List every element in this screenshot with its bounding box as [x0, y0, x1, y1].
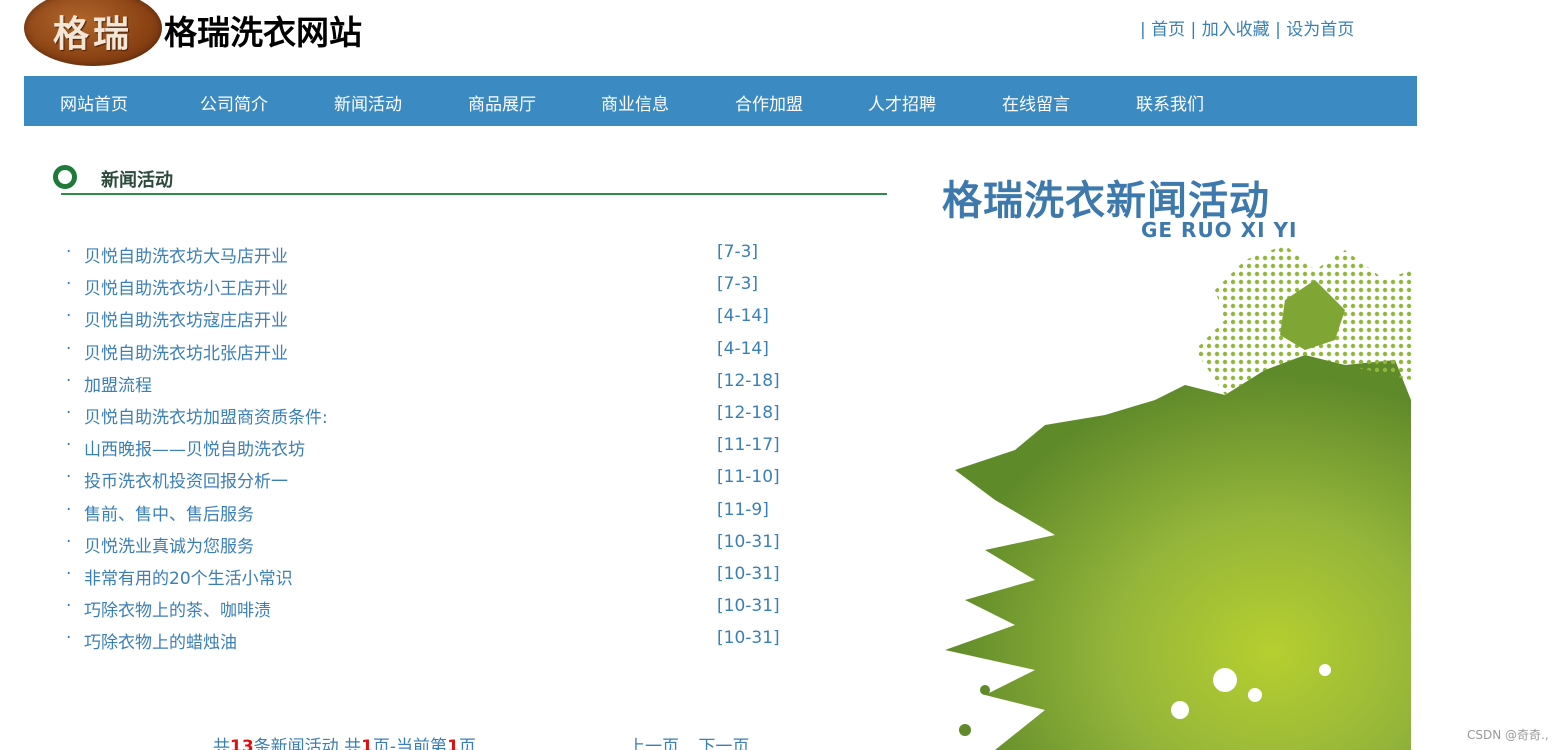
section-circle-icon	[53, 165, 77, 189]
nav-item-home[interactable]: 网站首页	[60, 90, 128, 115]
list-item: · 山西晚报——贝悦自助洗衣坊 [11-17]	[66, 433, 826, 465]
news-date: [10-31]	[717, 563, 780, 584]
section-title: 新闻活动	[101, 170, 173, 191]
news-link[interactable]: 巧除衣物上的茶、咖啡渍	[84, 596, 271, 621]
news-link[interactable]: 加盟流程	[84, 371, 152, 396]
pager-prefix: 共	[213, 737, 230, 750]
news-date: [7-3]	[717, 242, 759, 262]
news-list: · 贝悦自助洗衣坊大马店开业 [7-3] · 贝悦自助洗衣坊小王店开业 [7-3…	[66, 240, 826, 658]
nav-item-franchise[interactable]: 合作加盟	[735, 90, 803, 115]
news-link[interactable]: 山西晚报——贝悦自助洗衣坊	[84, 435, 305, 460]
list-item: · 投币洗衣机投资回报分析一 [11-10]	[66, 465, 826, 497]
bullet: ·	[66, 628, 72, 649]
separator: |	[1140, 20, 1146, 40]
page: 格瑞 格瑞洗衣网站 | 首页 | 加入收藏 | 设为首页 网站首页 公司简介 新…	[0, 0, 1568, 750]
pager-mid2: 页-当前第	[372, 737, 448, 750]
list-item: · 贝悦洗业真诚为您服务 [10-31]	[66, 530, 826, 562]
news-link[interactable]: 非常有用的20个生活小常识	[84, 564, 293, 589]
logo-text: 格瑞	[52, 13, 133, 55]
nav-item-business[interactable]: 商业信息	[601, 90, 669, 115]
bullet: ·	[66, 531, 72, 552]
news-date: [12-18]	[717, 370, 780, 391]
list-item: · 贝悦自助洗衣坊北张店开业 [4-14]	[66, 337, 826, 369]
top-links: | 首页 | 加入收藏 | 设为首页	[1140, 15, 1354, 40]
nav-item-contact[interactable]: 联系我们	[1136, 90, 1204, 115]
next-page-button[interactable]: 下一页	[698, 737, 749, 750]
bullet: ·	[66, 274, 72, 295]
pager-total: 13	[230, 737, 254, 750]
link-home[interactable]: 首页	[1151, 20, 1185, 40]
list-item: · 贝悦自助洗衣坊寇庄店开业 [4-14]	[66, 304, 826, 336]
list-item: · 贝悦自助洗衣坊大马店开业 [7-3]	[66, 240, 826, 272]
news-date: [7-3]	[717, 274, 759, 295]
separator: |	[1190, 20, 1197, 40]
news-link[interactable]: 巧除衣物上的蜡烛油	[84, 628, 237, 653]
link-add-favorite[interactable]: 加入收藏	[1202, 20, 1270, 40]
news-date: [11-17]	[717, 435, 780, 456]
pager-current: 1	[447, 737, 459, 750]
news-link[interactable]: 售前、售中、售后服务	[84, 500, 254, 525]
site-title: 格瑞洗衣网站	[164, 13, 362, 52]
bullet: ·	[66, 499, 72, 520]
news-link[interactable]: 贝悦洗业真诚为您服务	[84, 532, 254, 557]
news-date: [10-31]	[717, 531, 780, 552]
bullet: ·	[66, 467, 72, 488]
news-link[interactable]: 贝悦自助洗衣坊北张店开业	[84, 339, 288, 364]
news-link[interactable]: 贝悦自助洗衣坊加盟商资质条件:	[84, 403, 328, 428]
nav-item-message[interactable]: 在线留言	[1002, 90, 1070, 115]
list-item: · 巧除衣物上的蜡烛油 [10-31]	[66, 626, 826, 658]
news-link[interactable]: 贝悦自助洗衣坊小王店开业	[84, 274, 288, 299]
main-nav: 网站首页 公司简介 新闻活动 商品展厅 商业信息 合作加盟 人才招聘 在线留言 …	[24, 76, 1417, 126]
news-date: [4-14]	[717, 306, 769, 327]
list-item: · 非常有用的20个生活小常识 [10-31]	[66, 562, 826, 594]
list-item: · 贝悦自助洗衣坊加盟商资质条件: [12-18]	[66, 401, 826, 433]
news-link[interactable]: 投币洗衣机投资回报分析一	[84, 467, 288, 492]
pager-links: 上一页 下一页	[628, 732, 763, 750]
news-date: [12-18]	[717, 402, 780, 423]
bullet: ·	[66, 242, 72, 262]
news-date: [11-10]	[717, 467, 780, 488]
list-item: · 贝悦自助洗衣坊小王店开业 [7-3]	[66, 272, 826, 304]
nav-item-about[interactable]: 公司简介	[200, 90, 268, 115]
link-set-homepage[interactable]: 设为首页	[1286, 20, 1354, 40]
watermark: CSDN @奇奇.,	[1467, 728, 1549, 742]
separator: |	[1275, 20, 1281, 40]
news-link[interactable]: 贝悦自助洗衣坊大马店开业	[84, 242, 288, 267]
news-link[interactable]: 贝悦自助洗衣坊寇庄店开业	[84, 306, 288, 331]
news-date: [4-14]	[717, 338, 769, 359]
section-divider	[61, 193, 887, 195]
news-date: [11-9]	[717, 499, 769, 520]
bullet: ·	[66, 306, 72, 327]
list-item: · 售前、售中、售后服务 [11-9]	[66, 498, 826, 530]
nav-item-news[interactable]: 新闻活动	[334, 90, 402, 115]
news-date: [10-31]	[717, 596, 780, 617]
bullet: ·	[66, 402, 72, 423]
bullet: ·	[66, 338, 72, 359]
pager-info: 共13条新闻活动,共1页-当前第1页	[213, 732, 476, 750]
list-item: · 加盟流程 [12-18]	[66, 369, 826, 401]
bullet: ·	[66, 596, 72, 617]
banner-subtitle: GE RUO XI YI	[1141, 218, 1298, 242]
bullet: ·	[66, 563, 72, 584]
pager-mid1: 条新闻活动,共	[253, 737, 362, 750]
pager-pages: 1	[361, 737, 373, 750]
site-logo[interactable]: 格瑞	[24, 0, 162, 66]
news-date: [10-31]	[717, 628, 780, 649]
list-item: · 巧除衣物上的茶、咖啡渍 [10-31]	[66, 594, 826, 626]
bullet: ·	[66, 435, 72, 456]
nav-item-products[interactable]: 商品展厅	[468, 90, 536, 115]
bullet: ·	[66, 370, 72, 391]
pager-suffix: 页	[458, 737, 476, 750]
prev-page-button[interactable]: 上一页	[628, 737, 679, 750]
nav-item-jobs[interactable]: 人才招聘	[868, 90, 936, 115]
